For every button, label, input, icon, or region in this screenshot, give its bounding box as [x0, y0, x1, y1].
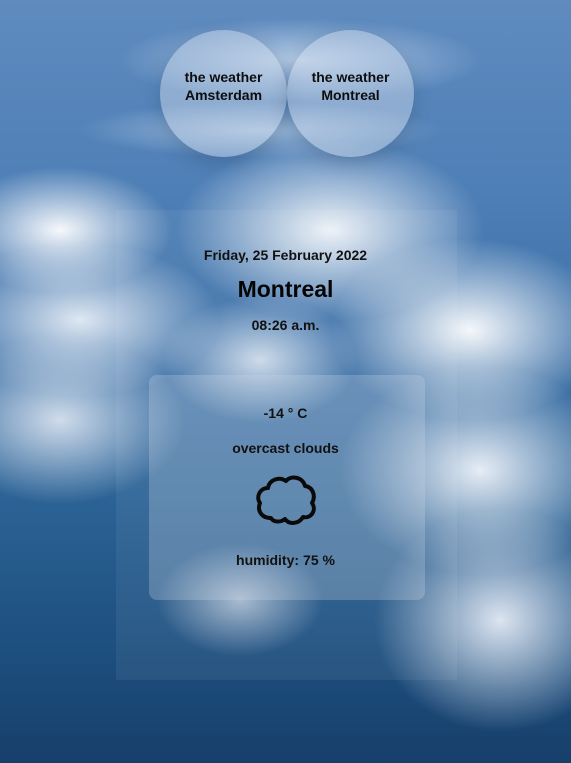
amsterdam-button-line2: Amsterdam — [184, 86, 263, 103]
montreal-weather-button[interactable]: the weather Montreal — [287, 30, 414, 157]
amsterdam-button-line1: the weather — [184, 68, 263, 85]
current-time: 08:26 a.m. — [251, 317, 320, 333]
city-name: Montreal — [237, 276, 334, 302]
current-date: Friday, 25 February 2022 — [203, 247, 368, 263]
cloud-icon — [256, 475, 316, 525]
humidity: humidity: 75 % — [0, 552, 571, 568]
temperature: -14 ° C — [263, 405, 308, 421]
amsterdam-weather-button[interactable]: the weather Amsterdam — [160, 30, 287, 157]
montreal-button-line2: Montreal — [321, 86, 380, 103]
humidity-value: 75 % — [303, 552, 335, 568]
humidity-label: humidity: — [236, 552, 300, 568]
weather-description: overcast clouds — [232, 440, 339, 456]
montreal-button-line1: the weather — [311, 68, 390, 85]
weather-app: { "city_buttons": [ {"line1": "the weath… — [0, 0, 571, 763]
